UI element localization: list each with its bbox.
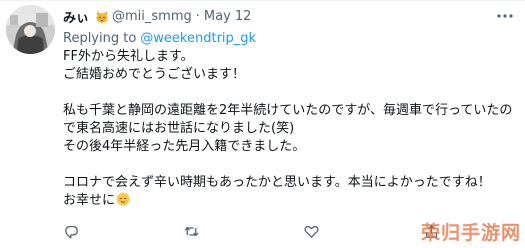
- tweet-date[interactable]: May 12: [204, 9, 252, 24]
- retweet-button[interactable]: [183, 223, 273, 240]
- tweet-line: コロナで会えず辛い時期もあったかと思います。本当によかったですね！: [63, 175, 491, 190]
- cat-face-icon: [96, 10, 108, 23]
- reply-icon: [65, 225, 78, 239]
- tweet-line: ご結婚おめでとうございます！: [63, 67, 246, 82]
- tweet-line-last: お幸せに: [63, 192, 518, 210]
- avatar[interactable]: [6, 5, 55, 54]
- replying-to: Replying to @weekendtrip_gk: [63, 31, 256, 46]
- tweet-line: FF外から失礼します。: [63, 49, 194, 64]
- like-icon: [304, 225, 319, 238]
- tweet-line: で東名高速にはお世話になりました(笑): [63, 121, 295, 136]
- user-handle[interactable]: @mii_smmg: [112, 9, 192, 24]
- tweet-text: FF外から失礼します。 ご結婚おめでとうございます！ 私も千葉と静岡の遠距離を2…: [63, 48, 518, 210]
- replying-mention-link[interactable]: @weekendtrip_gk: [140, 31, 256, 46]
- replying-label: Replying to: [63, 31, 137, 46]
- tweet-line: 私も千葉と静岡の遠距離を2年半続けていたのですが、毎週車で行っていたの: [63, 103, 513, 118]
- tweet-line-text: お幸せに: [63, 193, 116, 208]
- tweet[interactable]: みぃ @mii_smmg · May 12 Replying to @weeken…: [0, 0, 525, 248]
- avatar-image: [6, 5, 55, 54]
- tweet-header: みぃ @mii_smmg · May 12: [63, 7, 251, 26]
- relieved-face-icon: [116, 192, 130, 206]
- tweet-line: その後4年半経った先月入籍できました。: [63, 139, 306, 154]
- separator-dot: ·: [195, 9, 200, 24]
- retweet-icon: [184, 226, 199, 237]
- watermark-logo: 荣归手游网: [420, 222, 521, 244]
- reply-button[interactable]: [63, 223, 153, 240]
- more-dots-icon[interactable]: [496, 7, 514, 25]
- like-button[interactable]: [303, 223, 393, 240]
- display-name[interactable]: みぃ: [63, 7, 89, 26]
